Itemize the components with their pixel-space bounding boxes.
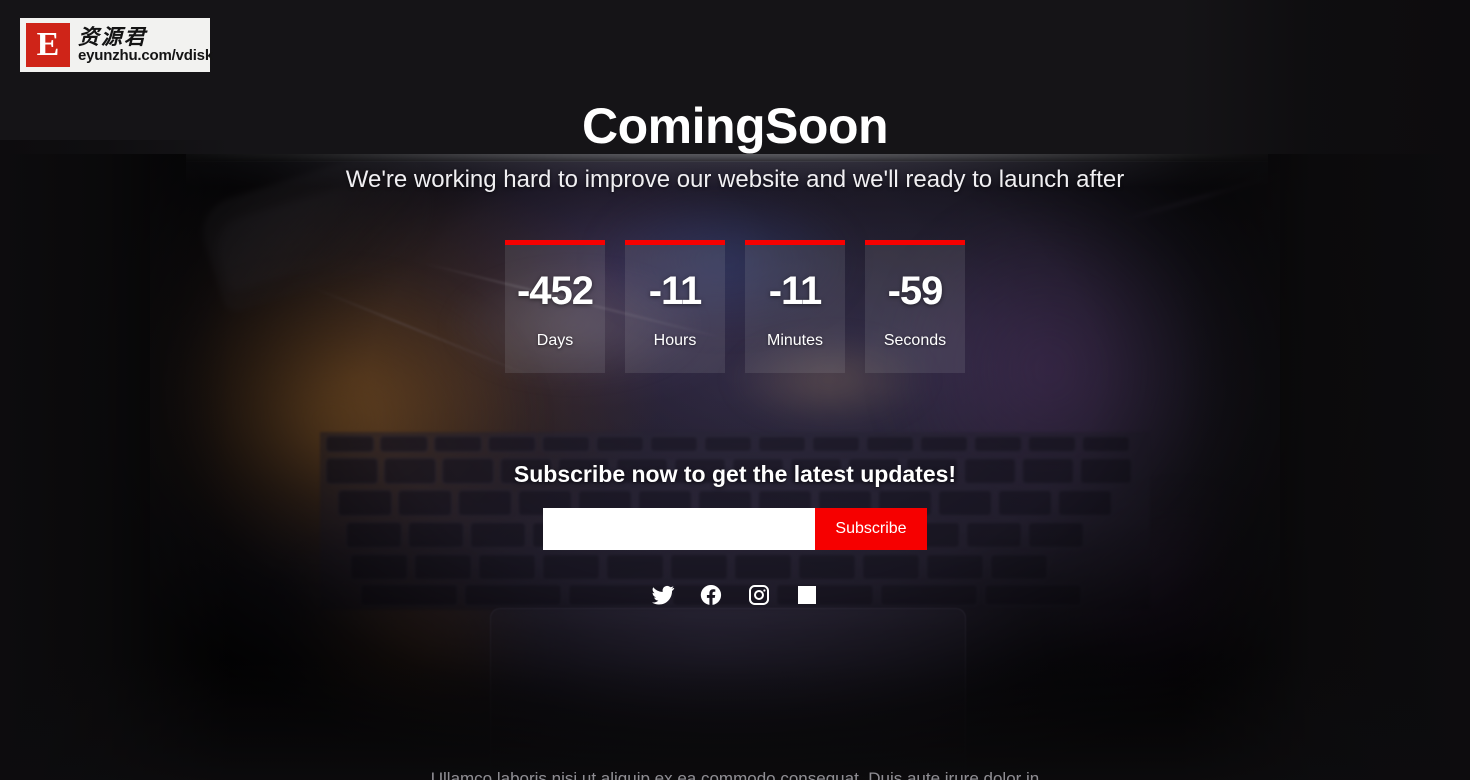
page-content: ComingSoon We're working hard to improve…: [0, 0, 1470, 780]
countdown-value-hours: -11: [648, 269, 703, 313]
page-title: ComingSoon: [581, 98, 889, 154]
subscribe-button[interactable]: Subscribe: [815, 508, 927, 550]
subscribe-heading: Subscribe now to get the latest updates!: [513, 461, 957, 487]
watermark-letter: E: [33, 28, 63, 62]
countdown-label-hours: Hours: [653, 332, 697, 349]
countdown-timer: -452 Days -11 Hours -11 Minutes -59 Seco…: [505, 240, 965, 373]
watermark-logo: E 资源君 eyunzhu.com/vdisk: [20, 18, 213, 72]
countdown-value-minutes: -11: [768, 269, 823, 313]
countdown-label-seconds: Seconds: [883, 332, 947, 349]
social-links: [0, 583, 1470, 607]
footer-text: Ullamco laboris nisi ut aliquip ex ea co…: [430, 769, 1040, 780]
watermark-url: eyunzhu.com/vdisk: [78, 47, 213, 65]
countdown-box-minutes: -11 Minutes: [745, 240, 845, 373]
countdown-box-hours: -11 Hours: [625, 240, 725, 373]
page-subtitle: We're working hard to improve our websit…: [345, 166, 1125, 193]
watermark-mark-icon: E: [26, 23, 70, 67]
countdown-value-seconds: -59: [887, 269, 944, 313]
twitter-icon[interactable]: [651, 583, 675, 607]
countdown-value-days: -452: [516, 269, 594, 313]
countdown-box-seconds: -59 Seconds: [865, 240, 965, 373]
email-input[interactable]: [543, 508, 815, 550]
instagram-icon[interactable]: [747, 583, 771, 607]
watermark-chinese: 资源君: [78, 25, 147, 50]
countdown-label-days: Days: [536, 332, 574, 349]
subscribe-form: Subscribe: [543, 508, 927, 550]
linkedin-icon[interactable]: [795, 583, 819, 607]
watermark-text: 资源君 eyunzhu.com/vdisk: [78, 26, 213, 64]
countdown-label-minutes: Minutes: [766, 332, 824, 349]
facebook-icon[interactable]: [699, 583, 723, 607]
coming-soon-page: E 资源君 eyunzhu.com/vdisk ComingSoon We're…: [0, 0, 1470, 780]
countdown-box-days: -452 Days: [505, 240, 605, 373]
